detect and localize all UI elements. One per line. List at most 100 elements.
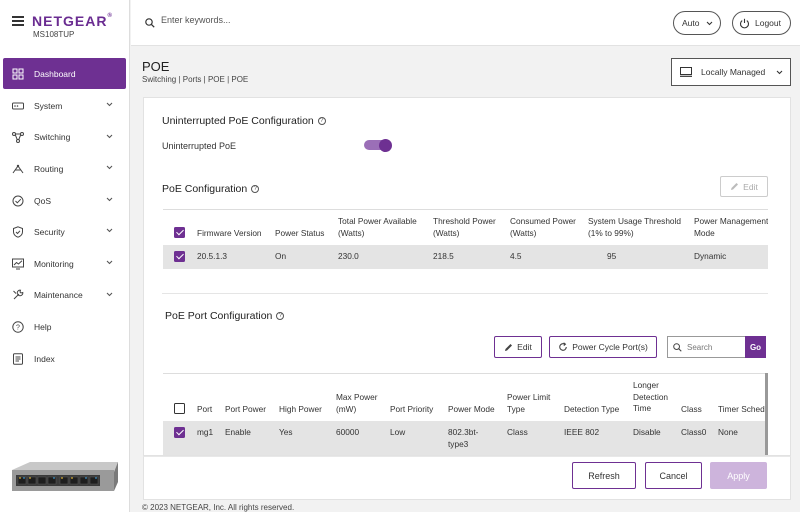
port-priority-cell: Low	[390, 427, 406, 437]
section-title-text: PoE Configuration	[162, 183, 248, 195]
select-all-checkbox[interactable]	[174, 403, 185, 414]
section-title-text: Uninterrupted PoE Configuration	[162, 115, 314, 127]
poe-port-configuration-section-title: PoE Port Configuration?	[165, 310, 285, 322]
power-cycle-ports-button[interactable]: Power Cycle Port(s)	[549, 336, 657, 358]
row-checkbox[interactable]	[174, 427, 185, 438]
device-model: MS108TUP	[33, 30, 75, 39]
logout-button[interactable]: Logout	[732, 11, 791, 35]
column-header: Timer Schedule	[718, 404, 768, 414]
uninterrupted-poe-toggle[interactable]	[364, 138, 392, 152]
global-search-input[interactable]	[161, 15, 361, 25]
sidebar-item-qos[interactable]: QoS	[3, 185, 126, 217]
column-header: Port	[197, 404, 213, 414]
chevron-down-icon	[106, 197, 113, 202]
sidebar-item-monitoring[interactable]: Monitoring	[3, 248, 126, 280]
info-icon[interactable]: ?	[317, 117, 326, 125]
poe-config-edit-button[interactable]: Edit	[720, 176, 768, 197]
port-cell: mg1	[197, 427, 214, 437]
page-title: POE	[142, 59, 170, 74]
column-header: Power Limit Type	[507, 392, 551, 414]
table-row[interactable]: 20.5.1.3 On 230.0 218.5 4.5 95 Dynamic	[163, 245, 768, 269]
table-header-row: Port Port Power High Power Max Power (mW…	[163, 374, 768, 421]
chevron-down-icon	[106, 102, 113, 107]
column-header: Power Mode	[448, 404, 495, 414]
sidebar-item-help[interactable]: ? Help	[3, 311, 126, 343]
sidebar-item-routing[interactable]: Routing	[3, 153, 126, 185]
hamburger-menu-icon[interactable]	[12, 16, 24, 26]
theme-auto-dropdown[interactable]: Auto	[673, 11, 721, 35]
go-button[interactable]: Go	[745, 336, 766, 358]
help-icon: ?	[12, 321, 24, 333]
sidebar-item-label: System	[34, 100, 63, 111]
usage-threshold-cell: 95	[607, 251, 617, 261]
threshold-power-cell: 218.5	[433, 251, 454, 261]
sidebar: NETGEAR® MS108TUP Dashboard System Switc…	[0, 0, 130, 512]
port-search-input[interactable]	[687, 342, 747, 352]
column-header: Power Status	[275, 228, 325, 238]
power-cycle-label: Power Cycle Port(s)	[572, 342, 648, 352]
refresh-button[interactable]: Refresh	[572, 462, 636, 489]
theme-label: Auto	[682, 18, 700, 28]
power-mode-cell: 802.3bt- type3	[448, 427, 479, 449]
sidebar-item-label: Routing	[34, 163, 64, 174]
port-edit-button[interactable]: Edit	[494, 336, 542, 358]
chevron-down-icon	[106, 260, 113, 265]
power-icon	[740, 18, 749, 28]
dashboard-icon	[12, 68, 24, 80]
table-row[interactable]: mg1 Enable Yes 60000 Low 802.3bt- type3 …	[163, 421, 768, 455]
power-limit-type-cell: Class	[507, 427, 528, 437]
timer-schedule-cell: None	[718, 427, 738, 437]
netgear-logo: NETGEAR®	[32, 13, 113, 29]
column-header: Total Power Available (Watts)	[338, 216, 417, 238]
uninterrupted-poe-label: Uninterrupted PoE	[162, 141, 237, 151]
row-checkbox[interactable]	[174, 251, 185, 262]
poe-config-table: Firmware Version Power Status Total Powe…	[163, 209, 768, 270]
column-header: Port Power	[225, 404, 267, 414]
max-power-cell: 60000	[336, 427, 360, 437]
switching-icon	[12, 131, 24, 144]
class-cell: Class0	[681, 427, 707, 437]
content-card: Uninterrupted PoE Configuration? Uninter…	[143, 97, 791, 456]
column-header: Threshold Power (Watts)	[433, 216, 496, 238]
management-mode-dropdown[interactable]: Locally Managed	[671, 58, 791, 86]
firmware-version-cell: 20.5.1.3	[197, 251, 227, 261]
column-header: System Usage Threshold (1% to 99%)	[588, 216, 681, 238]
select-all-checkbox[interactable]	[174, 227, 185, 238]
info-icon[interactable]: ?	[276, 312, 285, 320]
section-divider	[162, 293, 768, 294]
power-status-cell: On	[275, 251, 287, 261]
sidebar-item-system[interactable]: System	[3, 90, 126, 122]
pencil-icon	[505, 343, 513, 351]
sidebar-item-switching[interactable]: Switching	[3, 122, 126, 154]
svg-text:?: ?	[16, 324, 20, 331]
sidebar-item-maintenance[interactable]: Maintenance	[3, 280, 126, 312]
refresh-icon	[559, 342, 568, 351]
edit-label: Edit	[517, 342, 532, 352]
info-icon[interactable]: ?	[251, 185, 260, 193]
high-power-cell: Yes	[279, 427, 293, 437]
column-header: High Power	[279, 404, 322, 414]
uninterrupted-poe-section-title: Uninterrupted PoE Configuration?	[162, 115, 326, 127]
monitoring-icon	[12, 258, 24, 270]
chevron-down-icon	[106, 165, 113, 170]
cancel-button[interactable]: Cancel	[645, 462, 702, 489]
sidebar-item-label: Index	[34, 353, 55, 364]
switch-device-image	[12, 462, 118, 491]
longer-detection-time-cell: Disable	[633, 427, 661, 437]
column-header: Power Management Mode	[694, 216, 768, 238]
column-header: Consumed Power (Watts)	[510, 216, 576, 238]
maintenance-icon	[12, 289, 24, 301]
chevron-down-icon	[106, 228, 113, 233]
sidebar-item-security[interactable]: Security	[3, 216, 126, 248]
table-scrollbar[interactable]	[765, 373, 768, 455]
sidebar-item-label: Monitoring	[34, 258, 74, 269]
apply-button[interactable]: Apply	[710, 462, 767, 489]
sidebar-item-dashboard[interactable]: Dashboard	[3, 58, 126, 89]
system-icon	[12, 100, 24, 112]
sidebar-item-index[interactable]: Index	[3, 343, 126, 375]
search-icon	[145, 18, 155, 28]
qos-icon	[12, 195, 24, 207]
search-icon	[673, 342, 682, 352]
copyright-text: © 2023 NETGEAR, Inc. All rights reserved…	[142, 503, 295, 512]
consumed-power-cell: 4.5	[510, 251, 522, 261]
